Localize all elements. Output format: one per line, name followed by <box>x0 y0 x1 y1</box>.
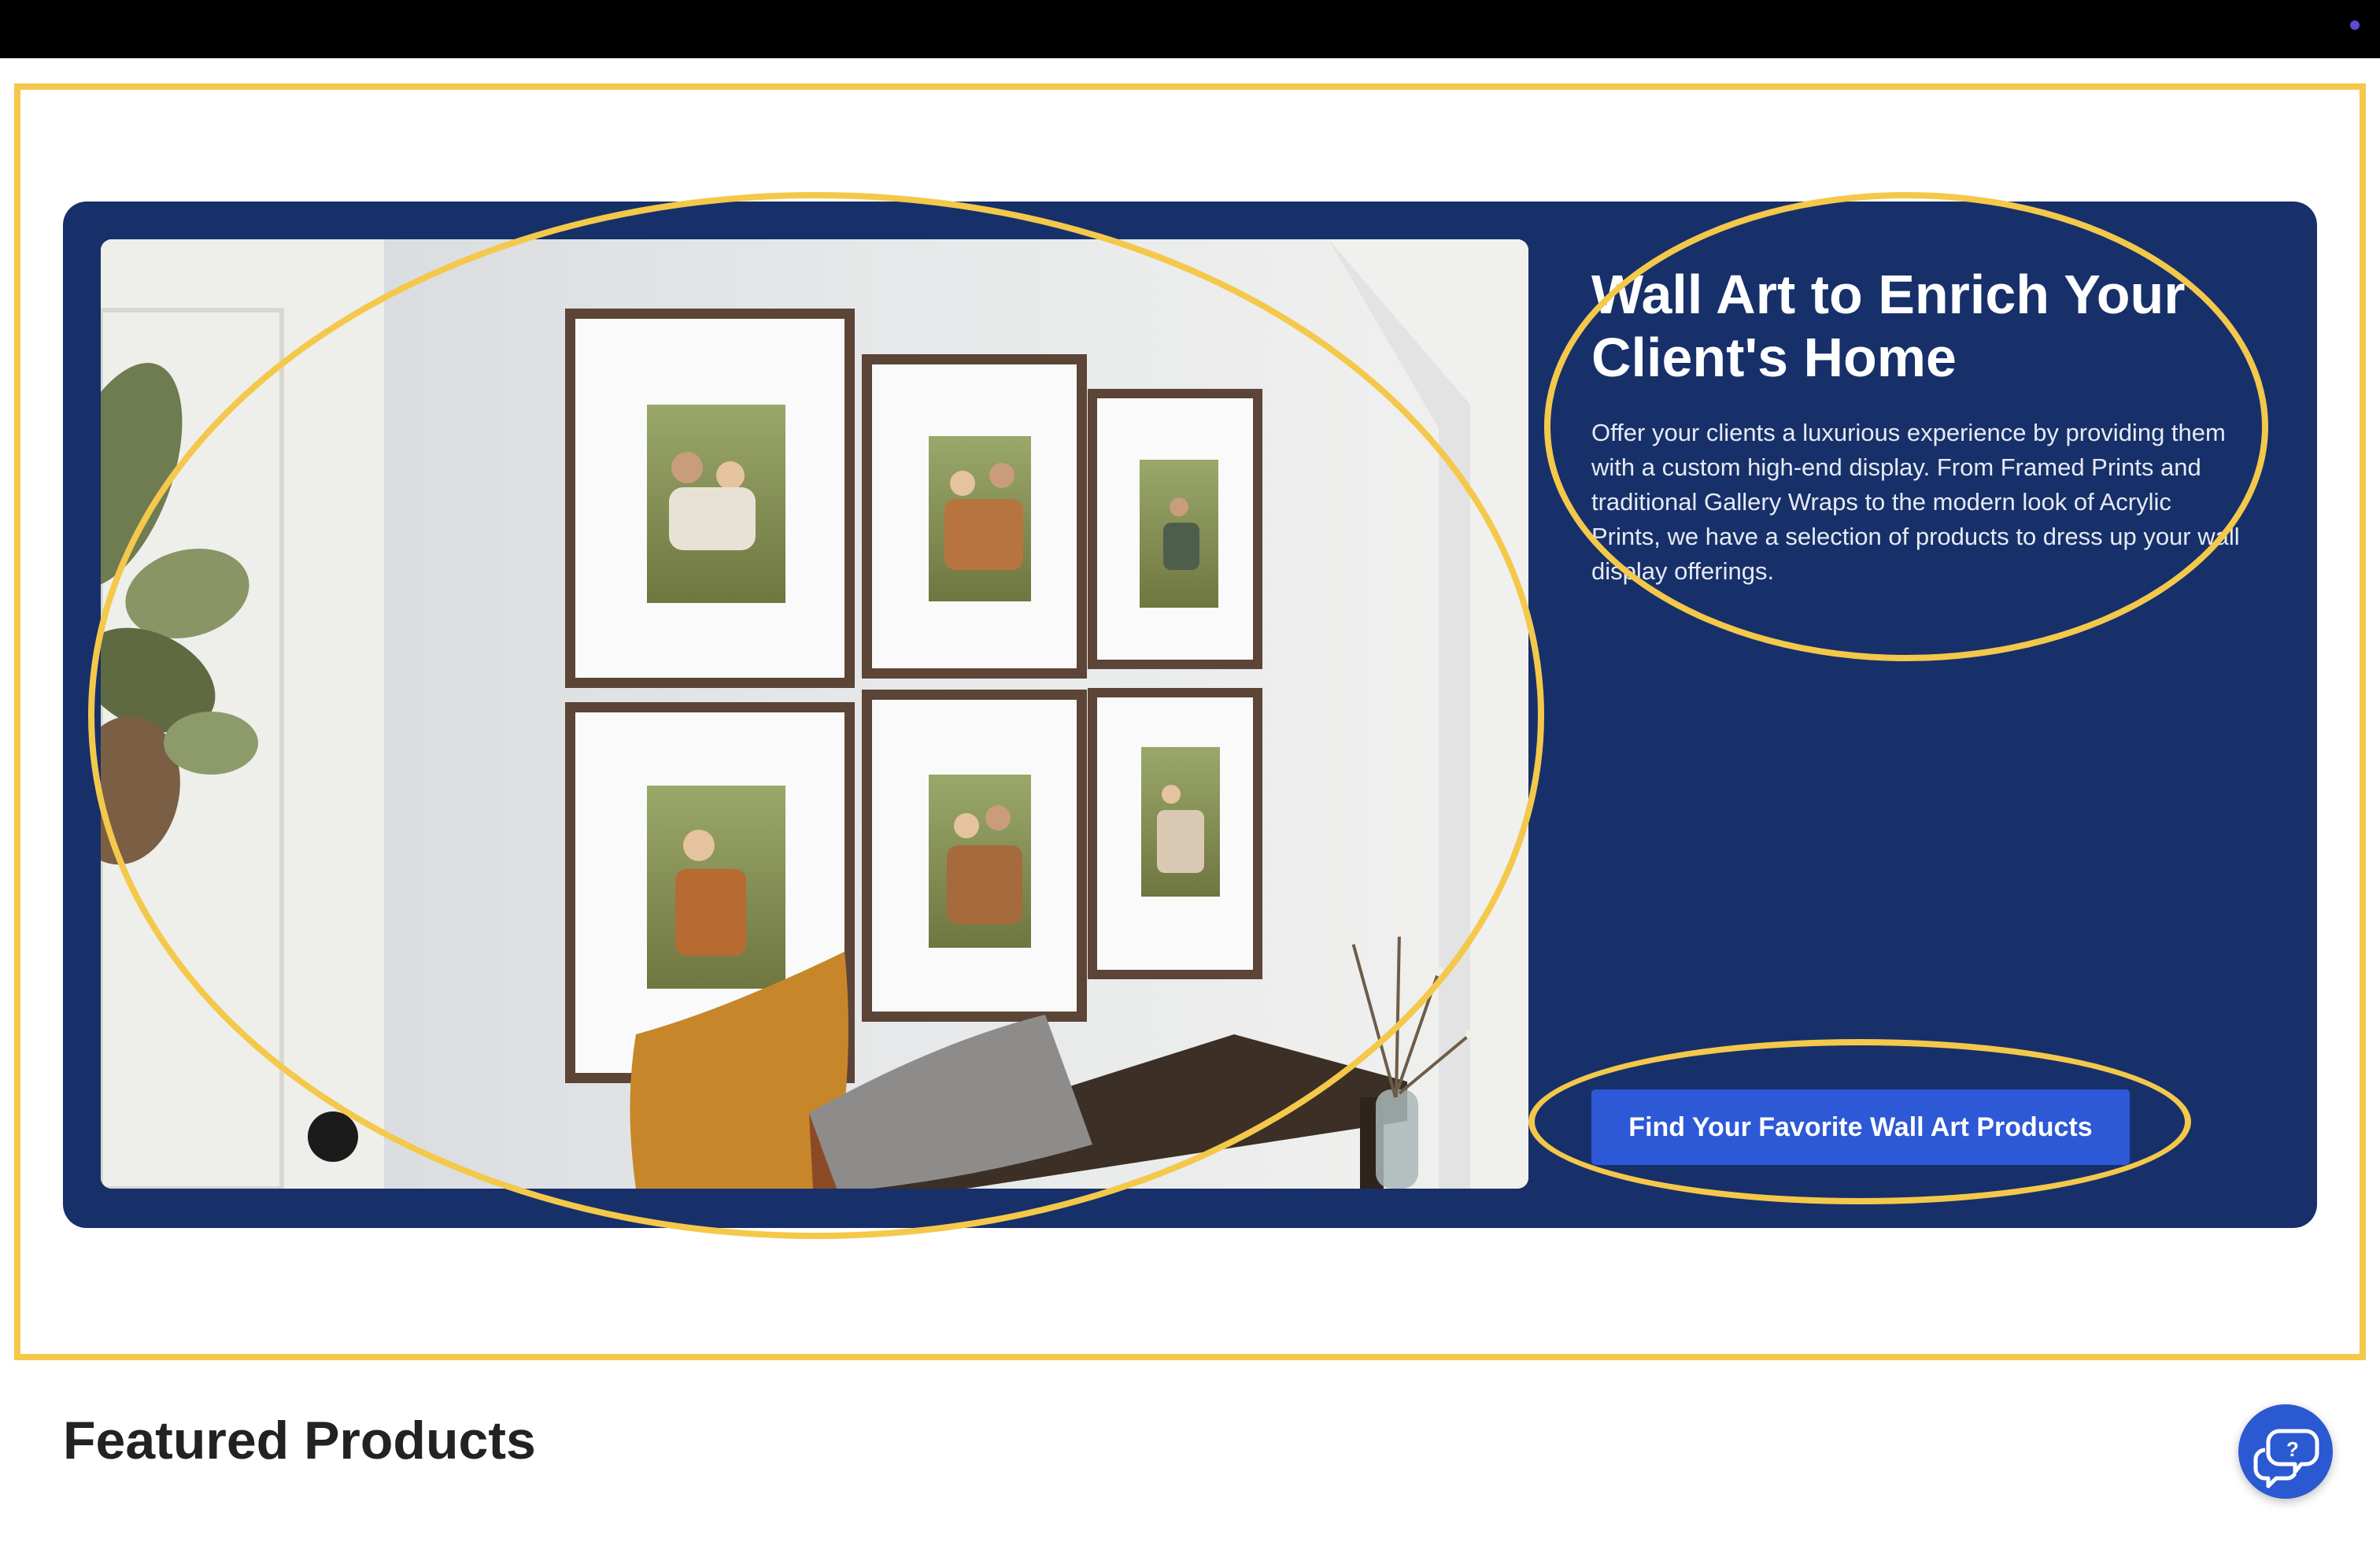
help-chat-button[interactable]: ? <box>2238 1404 2333 1499</box>
gallery-wall-photo <box>101 239 1528 1189</box>
status-dot <box>2350 20 2360 30</box>
help-chat-icon: ? <box>2253 1429 2319 1489</box>
featured-products-heading: Featured Products <box>63 1411 536 1470</box>
find-wall-art-button[interactable]: Find Your Favorite Wall Art Products <box>1591 1089 2130 1165</box>
svg-text:?: ? <box>2286 1437 2299 1461</box>
door-knob <box>308 1111 358 1162</box>
hero-title: Wall Art to Enrich Your Client's Home <box>1591 264 2186 388</box>
hero-image <box>101 239 1528 1189</box>
top-bar <box>0 0 2380 58</box>
hero-description: Offer your clients a luxurious experienc… <box>1591 419 2240 585</box>
